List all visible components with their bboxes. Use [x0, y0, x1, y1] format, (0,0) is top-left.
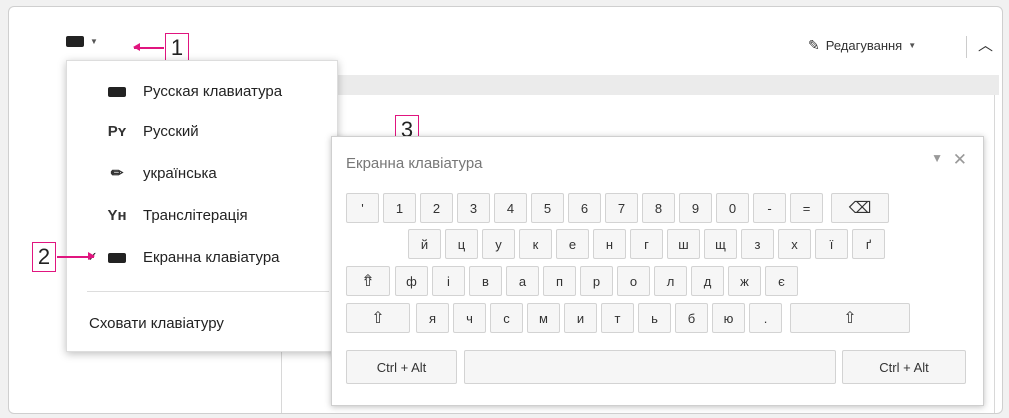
key[interactable]: о: [617, 266, 650, 296]
key[interactable]: п: [543, 266, 576, 296]
key[interactable]: ': [346, 193, 379, 223]
onscreen-keyboard: Екранна клавіатура ▼ ✕ ' 1 2 3 4 5 6 7 8 9 0- = ⌫ й ц у…: [331, 136, 984, 406]
key[interactable]: щ: [704, 229, 737, 259]
menu-item-onscreen-keyboard[interactable]: ✓ Екранна клавіатура: [67, 237, 337, 277]
key[interactable]: а: [506, 266, 539, 296]
callout-2: 2: [32, 242, 56, 272]
key[interactable]: 8: [642, 193, 675, 223]
key[interactable]: у: [482, 229, 515, 259]
key[interactable]: 3: [457, 193, 490, 223]
key[interactable]: ч: [453, 303, 486, 333]
onscreen-keyboard-title: Екранна клавіатура: [346, 155, 483, 172]
key[interactable]: 6: [568, 193, 601, 223]
key[interactable]: 9: [679, 193, 712, 223]
ctrl-alt-key[interactable]: Ctrl + Alt: [842, 350, 966, 384]
key[interactable]: 7: [605, 193, 638, 223]
key[interactable]: й: [408, 229, 441, 259]
key[interactable]: 0: [716, 193, 749, 223]
keyboard-icon: [66, 36, 84, 47]
backspace-key[interactable]: ⌫: [831, 193, 889, 223]
key[interactable]: к: [519, 229, 552, 259]
keyboard-icon: [107, 249, 127, 266]
menu-item-russian-keyboard[interactable]: Русская клавиатура: [67, 71, 337, 111]
key[interactable]: ь: [638, 303, 671, 333]
menu-item-transliteration[interactable]: Yʜ Транслітерація: [67, 195, 337, 235]
language-switch-key[interactable]: ⇮: [346, 266, 390, 296]
key[interactable]: р: [580, 266, 613, 296]
close-icon[interactable]: ✕: [953, 150, 967, 170]
editing-mode-label: Редагування: [825, 38, 903, 53]
key[interactable]: ш: [667, 229, 700, 259]
shift-key[interactable]: ⇧: [790, 303, 910, 333]
key[interactable]: ю: [712, 303, 745, 333]
pencil-icon: ✎: [808, 37, 820, 53]
menu-item-ukrainian[interactable]: ✏ українська: [67, 153, 337, 193]
key[interactable]: л: [654, 266, 687, 296]
menu-item-russian[interactable]: Рʏ Русский: [67, 111, 337, 151]
keyboard-icon: [107, 83, 127, 100]
key[interactable]: х: [778, 229, 811, 259]
callout-arrow-1: [133, 44, 164, 50]
key[interactable]: і: [432, 266, 465, 296]
menu-divider: [87, 291, 329, 292]
editing-mode-button[interactable]: ✎ Редагування ▼: [808, 37, 916, 54]
callout-arrow-2: [57, 253, 95, 259]
key[interactable]: =: [790, 193, 823, 223]
key[interactable]: в: [469, 266, 502, 296]
pencil-icon: ✏: [110, 165, 124, 182]
key[interactable]: м: [527, 303, 560, 333]
transliteration-ru-icon: Рʏ: [107, 122, 127, 140]
key[interactable]: н: [593, 229, 626, 259]
key[interactable]: с: [490, 303, 523, 333]
ruler-band: [281, 75, 999, 95]
key[interactable]: ц: [445, 229, 478, 259]
key[interactable]: т: [601, 303, 634, 333]
key[interactable]: ф: [395, 266, 428, 296]
transliteration-icon: Yʜ: [107, 206, 127, 224]
shift-key[interactable]: ⇧: [346, 303, 410, 333]
toolbar-divider: [966, 36, 967, 58]
chevron-down-icon: ▼: [908, 41, 917, 50]
hide-keyboard-item[interactable]: Сховати клавіатуру: [89, 315, 224, 332]
key[interactable]: я: [416, 303, 449, 333]
minimize-icon[interactable]: ▼: [931, 151, 943, 165]
key[interactable]: б: [675, 303, 708, 333]
key[interactable]: ж: [728, 266, 761, 296]
key[interactable]: д: [691, 266, 724, 296]
key[interactable]: 2: [420, 193, 453, 223]
key[interactable]: .: [749, 303, 782, 333]
key[interactable]: г: [630, 229, 663, 259]
collapse-toolbar-icon[interactable]: ︿: [978, 34, 993, 55]
key[interactable]: з: [741, 229, 774, 259]
ctrl-alt-key[interactable]: Ctrl + Alt: [346, 350, 457, 384]
key[interactable]: є: [765, 266, 798, 296]
key[interactable]: ґ: [852, 229, 885, 259]
key[interactable]: 1: [383, 193, 416, 223]
input-tools-menu: Русская клавиатура Рʏ Русский ✏ українсь…: [66, 60, 338, 352]
chevron-down-icon: ▼: [90, 37, 98, 46]
key[interactable]: 4: [494, 193, 527, 223]
key[interactable]: и: [564, 303, 597, 333]
callout-1: 1: [165, 33, 189, 63]
key[interactable]: -: [753, 193, 786, 223]
space-key[interactable]: [464, 350, 836, 384]
key[interactable]: ї: [815, 229, 848, 259]
key[interactable]: 5: [531, 193, 564, 223]
key[interactable]: е: [556, 229, 589, 259]
input-tools-button[interactable]: ▼: [66, 36, 98, 47]
